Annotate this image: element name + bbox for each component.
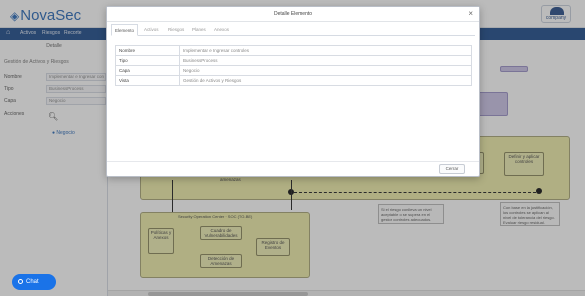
field-label: Capa (115, 65, 180, 76)
field-label: Nombre (115, 45, 180, 56)
table-row: Capa Negocio (115, 65, 472, 76)
table-row: Vista Gestión de Activos y Riesgos (115, 75, 472, 86)
table-row: Nombre Implementar e Ingresar controles (115, 45, 472, 56)
chat-button[interactable]: Chat (12, 274, 56, 290)
field-label: Tipo (115, 55, 180, 66)
tab-planes[interactable]: Planes (189, 24, 209, 36)
modal-footer (107, 161, 479, 162)
modal-title: Detalle Elemento (273, 11, 313, 17)
field-value: Implementar e Ingresar controles (179, 45, 472, 56)
table-row: Tipo BusinessProcess (115, 55, 472, 66)
tab-riesgos[interactable]: Riesgos (165, 24, 187, 36)
tab-elemento[interactable]: Elemento (111, 24, 139, 36)
field-value: BusinessProcess (179, 55, 472, 66)
close-icon[interactable]: × (468, 9, 473, 18)
close-button[interactable]: Cerrar (439, 164, 465, 174)
chat-bubble-icon (18, 279, 23, 284)
field-value: Gestión de Activos y Riesgos (179, 75, 472, 86)
field-value: Negocio (179, 65, 472, 76)
modal-tabs: Elemento Activos Riesgos Planes Anexos (111, 24, 475, 36)
element-info-table: Nombre Implementar e Ingresar controles … (115, 45, 472, 86)
tab-activos[interactable]: Activos (141, 24, 162, 36)
element-detail-modal: Detalle Elemento × Elemento Activos Ries… (106, 6, 480, 177)
modal-header: Detalle Elemento × (107, 7, 479, 22)
chat-label: Chat (26, 279, 39, 285)
tab-anexos[interactable]: Anexos (211, 24, 232, 36)
field-label: Vista (115, 75, 180, 86)
